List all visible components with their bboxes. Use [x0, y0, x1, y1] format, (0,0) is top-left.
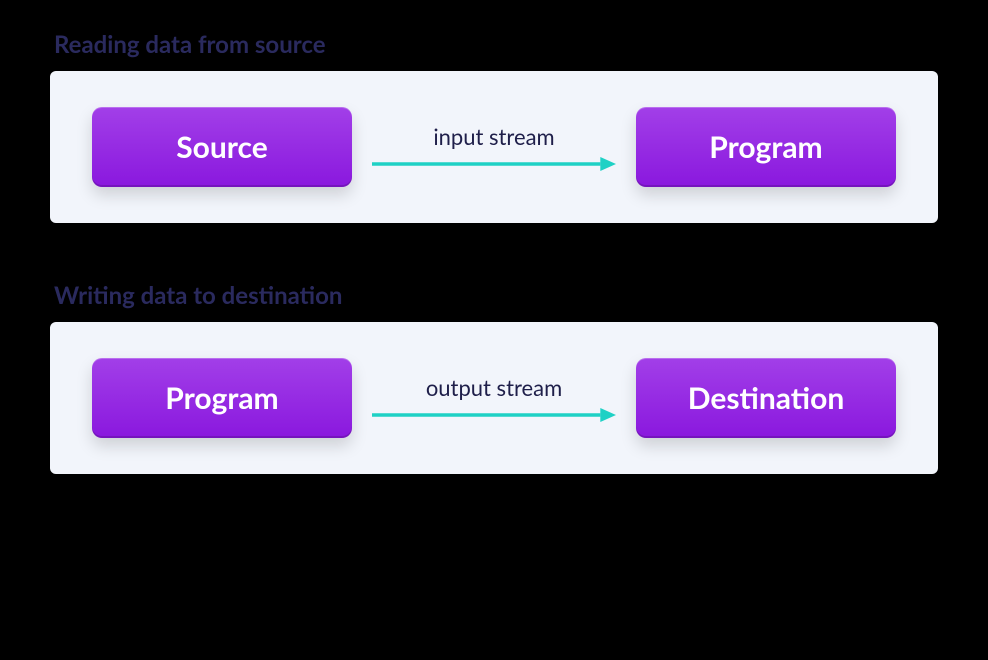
section-title: Reading data from source	[50, 30, 938, 59]
section-title: Writing data to destination	[50, 281, 938, 310]
diagram-section-writing: Writing data to destination Program outp…	[50, 281, 938, 474]
destination-node: Destination	[636, 358, 896, 438]
diagram-panel: Source input stream Program	[50, 71, 938, 223]
arrow-label: input stream	[433, 123, 554, 150]
source-node: Source	[92, 107, 352, 187]
arrow-right-icon	[372, 407, 616, 423]
program-node: Program	[636, 107, 896, 187]
arrow-right-icon	[372, 156, 616, 172]
arrow-container: output stream	[372, 374, 616, 423]
diagram-section-reading: Reading data from source Source input st…	[50, 30, 938, 223]
arrow-container: input stream	[372, 123, 616, 172]
arrow-label: output stream	[426, 374, 562, 401]
diagram-panel: Program output stream Destination	[50, 322, 938, 474]
program-node: Program	[92, 358, 352, 438]
